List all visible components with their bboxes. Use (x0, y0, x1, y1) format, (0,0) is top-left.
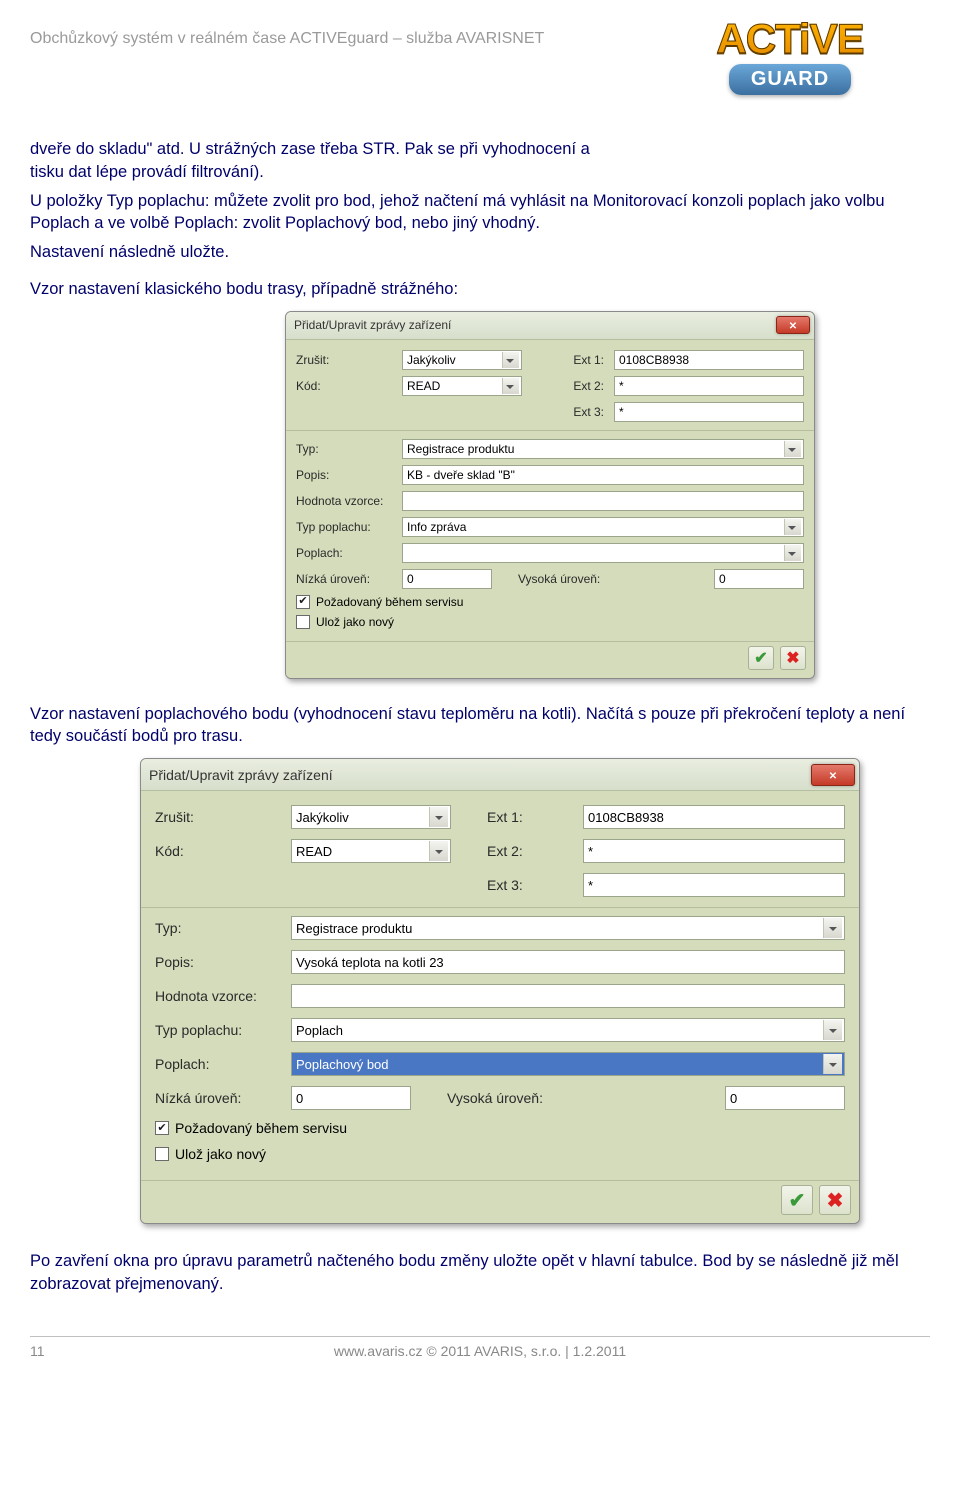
nizka-field[interactable] (402, 569, 492, 589)
paragraph: dveře do skladu" atd. U strážných zase t… (30, 138, 590, 184)
checkbox-icon (296, 615, 310, 629)
checkbox-label: Ulož jako nový (316, 615, 394, 629)
typ-poplachu-select[interactable]: Info zpráva (402, 517, 804, 537)
uloz-novy-checkbox[interactable]: Ulož jako nový (155, 1146, 845, 1162)
close-icon[interactable] (811, 764, 855, 786)
label-poplach: Poplach: (296, 546, 396, 560)
vysoka-field[interactable] (714, 569, 804, 589)
poplach-select[interactable]: Poplachový bod (291, 1052, 845, 1076)
hodnota-field[interactable] (291, 984, 845, 1008)
label-kod: Kód: (296, 379, 396, 393)
zrusit-select[interactable]: Jakýkoliv (291, 805, 451, 829)
label-vysoka: Vysoká úroveň: (498, 572, 708, 586)
ok-button[interactable] (781, 1185, 813, 1215)
label-nizka: Nízká úroveň: (296, 572, 396, 586)
label-ext3: Ext 3: (528, 405, 608, 419)
label-popis: Popis: (155, 954, 285, 970)
label-hodnota: Hodnota vzorce: (296, 494, 396, 508)
popis-field[interactable] (402, 465, 804, 485)
label-typ-poplachu: Typ poplachu: (155, 1022, 285, 1038)
ok-button[interactable] (748, 646, 774, 670)
popis-field[interactable] (291, 950, 845, 974)
ext3-field[interactable] (583, 873, 845, 897)
hodnota-field[interactable] (402, 491, 804, 511)
paragraph: Po zavření okna pro úpravu parametrů nač… (30, 1250, 930, 1296)
typ-poplachu-select[interactable]: Poplach (291, 1018, 845, 1042)
label-ext1: Ext 1: (528, 353, 608, 367)
label-popis: Popis: (296, 468, 396, 482)
page-number: 11 (30, 1343, 70, 1359)
vysoka-field[interactable] (725, 1086, 845, 1110)
label-ext2: Ext 2: (528, 379, 608, 393)
close-icon[interactable] (776, 316, 810, 334)
typ-select[interactable]: Registrace produktu (291, 916, 845, 940)
cancel-button[interactable] (819, 1185, 851, 1215)
logo-text-bottom: GUARD (729, 64, 851, 95)
paragraph: Vzor nastavení poplachového bodu (vyhodn… (30, 703, 930, 749)
ext1-field[interactable] (583, 805, 845, 829)
label-zrusit: Zrušit: (155, 809, 285, 825)
cancel-button[interactable] (780, 646, 806, 670)
ext1-field[interactable] (614, 350, 804, 370)
checkbox-icon: ✔ (296, 595, 310, 609)
label-typ: Typ: (296, 442, 396, 456)
edit-device-dialog-2: Přidat/Upravit zprávy zařízení Zrušit: J… (140, 758, 860, 1224)
dialog-titlebar[interactable]: Přidat/Upravit zprávy zařízení (141, 759, 859, 791)
dialog-titlebar[interactable]: Přidat/Upravit zprávy zařízení (286, 312, 814, 340)
checkbox-label: Požadovaný během servisu (175, 1120, 347, 1136)
kod-select[interactable]: READ (402, 376, 522, 396)
checkbox-label: Požadovaný během servisu (316, 595, 463, 609)
kod-select[interactable]: READ (291, 839, 451, 863)
label-kod: Kód: (155, 843, 285, 859)
pozadovany-checkbox[interactable]: ✔ Požadovaný během servisu (155, 1120, 845, 1136)
nizka-field[interactable] (291, 1086, 411, 1110)
checkbox-icon: ✔ (155, 1121, 169, 1135)
label-zrusit: Zrušit: (296, 353, 396, 367)
ext2-field[interactable] (614, 376, 804, 396)
uloz-novy-checkbox[interactable]: Ulož jako nový (296, 615, 804, 629)
pozadovany-checkbox[interactable]: ✔ Požadovaný během servisu (296, 595, 804, 609)
label-ext2: Ext 2: (457, 843, 577, 859)
poplach-select[interactable] (402, 543, 804, 563)
activeguard-logo: ACTiVE GUARD (650, 18, 930, 118)
paragraph: U položky Typ poplachu: můžete zvolit pr… (30, 190, 930, 236)
label-poplach: Poplach: (155, 1056, 285, 1072)
dialog-title-text: Přidat/Upravit zprávy zařízení (149, 767, 811, 783)
dialog-title-text: Přidat/Upravit zprávy zařízení (294, 318, 776, 332)
logo-text-top: ACTiVE (650, 18, 930, 60)
footer-text: www.avaris.cz © 2011 AVARIS, s.r.o. | 1.… (70, 1343, 890, 1359)
checkbox-label: Ulož jako nový (175, 1146, 266, 1162)
label-nizka: Nízká úroveň: (155, 1090, 285, 1106)
zrusit-select[interactable]: Jakýkoliv (402, 350, 522, 370)
ext2-field[interactable] (583, 839, 845, 863)
label-hodnota: Hodnota vzorce: (155, 988, 285, 1004)
label-ext1: Ext 1: (457, 809, 577, 825)
doc-header: Obchůzkový systém v reálném čase ACTIVEg… (30, 18, 544, 48)
typ-select[interactable]: Registrace produktu (402, 439, 804, 459)
paragraph: Vzor nastavení klasického bodu trasy, př… (30, 278, 930, 301)
ext3-field[interactable] (614, 402, 804, 422)
label-ext3: Ext 3: (457, 877, 577, 893)
label-typ: Typ: (155, 920, 285, 936)
label-typ-poplachu: Typ poplachu: (296, 520, 396, 534)
label-vysoka: Vysoká úroveň: (417, 1090, 719, 1106)
edit-device-dialog-1: Přidat/Upravit zprávy zařízení Zrušit: J… (285, 311, 815, 679)
checkbox-icon (155, 1147, 169, 1161)
paragraph: Nastavení následně uložte. (30, 241, 930, 264)
